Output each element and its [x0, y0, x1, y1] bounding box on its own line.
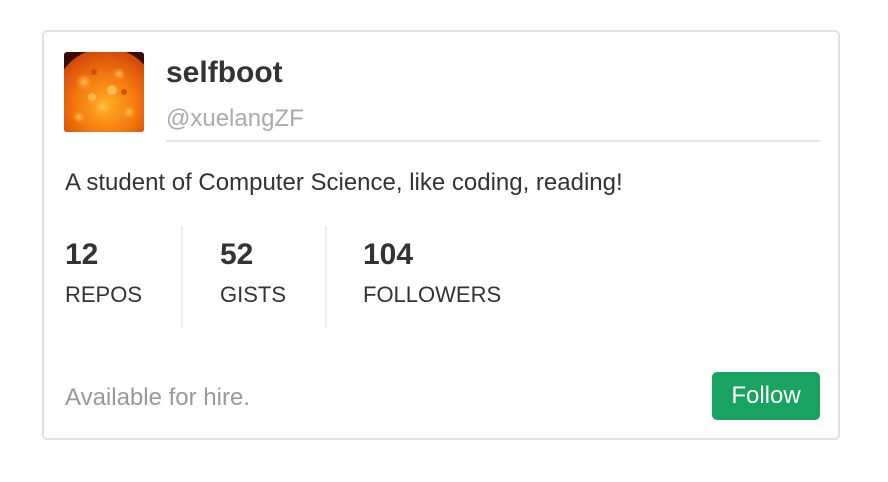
- profile-bio: A student of Computer Science, like codi…: [65, 169, 623, 196]
- profile-card: selfboot @xuelangZF A student of Compute…: [42, 30, 840, 440]
- stats-row: 12 REPOS 52 GISTS 104 FOLLOWERS: [44, 226, 838, 328]
- avatar[interactable]: [64, 52, 144, 132]
- stat-gists-label: GISTS: [220, 282, 287, 307]
- hire-status: Available for hire.: [65, 384, 250, 411]
- sun-avatar-image: [64, 52, 144, 132]
- profile-handle[interactable]: @xuelangZF: [166, 104, 304, 134]
- stat-followers-value: 104: [363, 238, 414, 271]
- follow-button[interactable]: Follow: [712, 372, 820, 420]
- profile-name[interactable]: selfboot: [166, 55, 283, 91]
- stat-gists-value: 52: [220, 238, 254, 271]
- stat-followers-label: FOLLOWERS: [363, 282, 502, 307]
- stat-divider: [325, 226, 327, 328]
- stat-repos-label: REPOS: [65, 282, 143, 307]
- header-divider: [166, 140, 820, 142]
- stat-repos-value: 12: [65, 238, 99, 271]
- stat-divider: [181, 226, 183, 328]
